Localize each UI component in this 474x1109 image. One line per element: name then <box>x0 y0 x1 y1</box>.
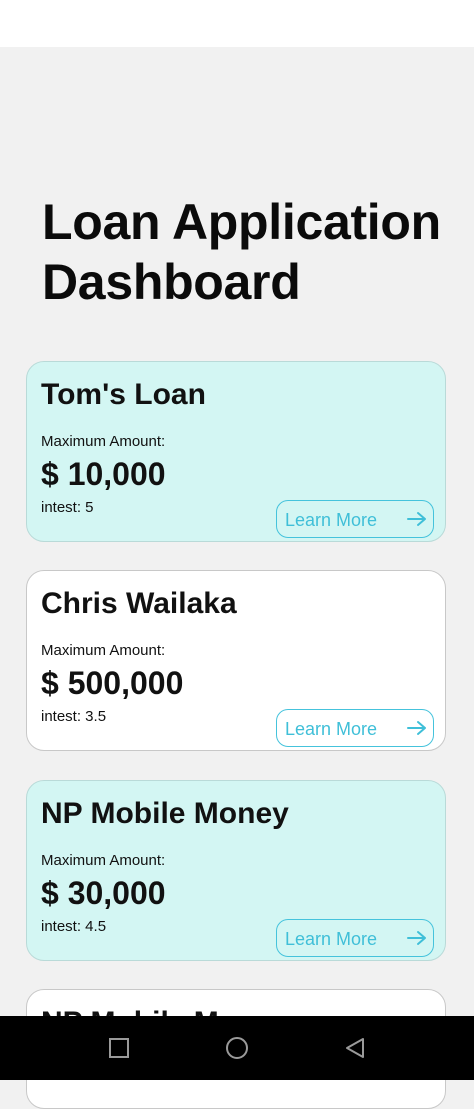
learn-more-label: Learn More <box>285 719 378 739</box>
loan-card: Chris Wailaka Maximum Amount: $ 500,000 … <box>26 570 446 751</box>
learn-more-button[interactable]: Learn More <box>276 919 434 957</box>
max-amount-value: $ 500,000 <box>41 665 184 701</box>
learn-more-label: Learn More <box>285 510 378 530</box>
max-amount-value: $ 10,000 <box>41 456 166 492</box>
loan-card-title: Chris Wailaka <box>41 587 237 620</box>
loan-card: NP Mobile Money Maximum Amount: $ 30,000… <box>26 780 446 961</box>
arrow-right-icon <box>407 931 426 945</box>
loan-card: Tom's Loan Maximum Amount: $ 10,000 inte… <box>26 361 446 542</box>
learn-more-button[interactable]: Learn More <box>276 500 434 538</box>
arrow-right-icon <box>407 512 426 526</box>
loan-card-title: Tom's Loan <box>41 378 206 411</box>
interest-rate: intest: 4.5 <box>41 918 107 935</box>
home-circle-icon[interactable] <box>225 1036 249 1060</box>
max-amount-label: Maximum Amount: <box>41 642 166 659</box>
back-triangle-icon[interactable] <box>343 1036 367 1060</box>
status-bar <box>0 0 474 47</box>
loan-card-title: NP Mobile Money <box>41 797 289 830</box>
arrow-right-icon <box>407 721 426 735</box>
max-amount-label: Maximum Amount: <box>41 433 166 450</box>
system-nav-bar <box>0 1016 474 1080</box>
max-amount-label: Maximum Amount: <box>41 852 166 869</box>
learn-more-label: Learn More <box>285 929 378 949</box>
interest-rate: intest: 5 <box>41 499 94 516</box>
interest-rate: intest: 3.5 <box>41 708 107 725</box>
learn-more-button[interactable]: Learn More <box>276 709 434 747</box>
max-amount-value: $ 30,000 <box>41 875 166 911</box>
recents-square-icon[interactable] <box>107 1036 131 1060</box>
page-title: Loan Application Dashboard <box>42 194 441 310</box>
